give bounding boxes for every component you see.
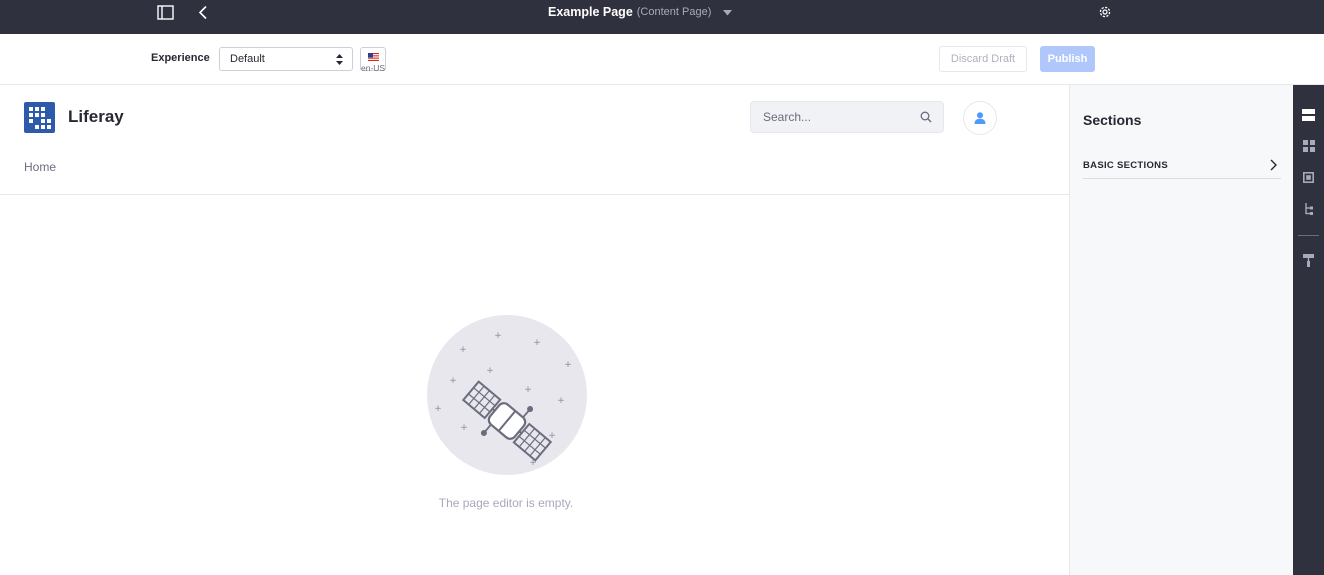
paint-roller-icon[interactable]: [1300, 252, 1317, 269]
editor-tool-rail: [1293, 85, 1324, 575]
user-icon: [974, 112, 986, 124]
discard-draft-button[interactable]: Discard Draft: [939, 46, 1027, 72]
svg-text:+: +: [460, 423, 468, 433]
page-title: Example Page: [548, 5, 633, 19]
page-editor-toolbar: Experience Default en-US Discard Draft P…: [0, 34, 1324, 85]
svg-text:+: +: [449, 376, 457, 386]
sections-icon[interactable]: [1300, 106, 1317, 123]
page-type-label: (Content Page): [636, 6, 712, 18]
svg-text:+: +: [524, 385, 532, 395]
gear-icon[interactable]: [1095, 3, 1115, 21]
sidebar-toggle-icon[interactable]: [155, 3, 175, 21]
experience-value: Default: [230, 53, 265, 65]
user-avatar[interactable]: [963, 101, 997, 135]
breadcrumb-home[interactable]: Home: [24, 160, 56, 174]
svg-text:+: +: [459, 345, 467, 355]
language-code: en-US: [361, 63, 386, 73]
svg-text:+: +: [557, 396, 565, 406]
fragments-icon[interactable]: [1300, 137, 1317, 154]
panel-title: Sections: [1083, 112, 1142, 128]
collapse-label: BASIC SECTIONS: [1083, 160, 1168, 171]
page-structure-icon[interactable]: [1300, 201, 1317, 218]
publish-button[interactable]: Publish: [1040, 46, 1095, 72]
basic-sections-collapse[interactable]: BASIC SECTIONS: [1083, 155, 1281, 179]
svg-text:+: +: [494, 331, 502, 341]
site-name[interactable]: Liferay: [68, 107, 124, 127]
rail-divider: [1298, 235, 1319, 236]
chevron-right-icon: [1270, 159, 1277, 171]
svg-text:+: +: [564, 360, 572, 370]
sections-panel: Sections BASIC SECTIONS: [1069, 85, 1293, 575]
control-menu: Example Page (Content Page): [0, 0, 1324, 34]
search-bar: [750, 101, 944, 133]
select-arrows-icon: [336, 54, 343, 68]
empty-state-message: The page editor is empty.: [438, 496, 574, 510]
language-selector[interactable]: en-US: [360, 47, 386, 73]
search-icon[interactable]: [920, 111, 932, 123]
svg-text:+: +: [548, 431, 556, 441]
liferay-logo-icon[interactable]: [24, 102, 55, 133]
experience-label: Experience: [151, 52, 210, 64]
search-input[interactable]: [751, 102, 911, 132]
svg-text:+: +: [486, 366, 494, 376]
back-arrow-icon[interactable]: [193, 3, 213, 21]
us-flag-icon: [368, 53, 379, 61]
satellite-empty-state-icon: +++ +++ +++ +++: [427, 315, 587, 475]
header-divider: [0, 194, 1069, 195]
svg-text:+: +: [533, 338, 541, 348]
page-canvas: Liferay Home +++ +++ +++ +++: [0, 85, 1069, 575]
caret-down-icon[interactable]: [723, 3, 733, 21]
svg-text:+: +: [434, 404, 442, 414]
widgets-icon[interactable]: [1300, 169, 1317, 186]
experience-select[interactable]: Default: [219, 47, 353, 71]
page-title-group[interactable]: Example Page (Content Page): [548, 3, 733, 21]
